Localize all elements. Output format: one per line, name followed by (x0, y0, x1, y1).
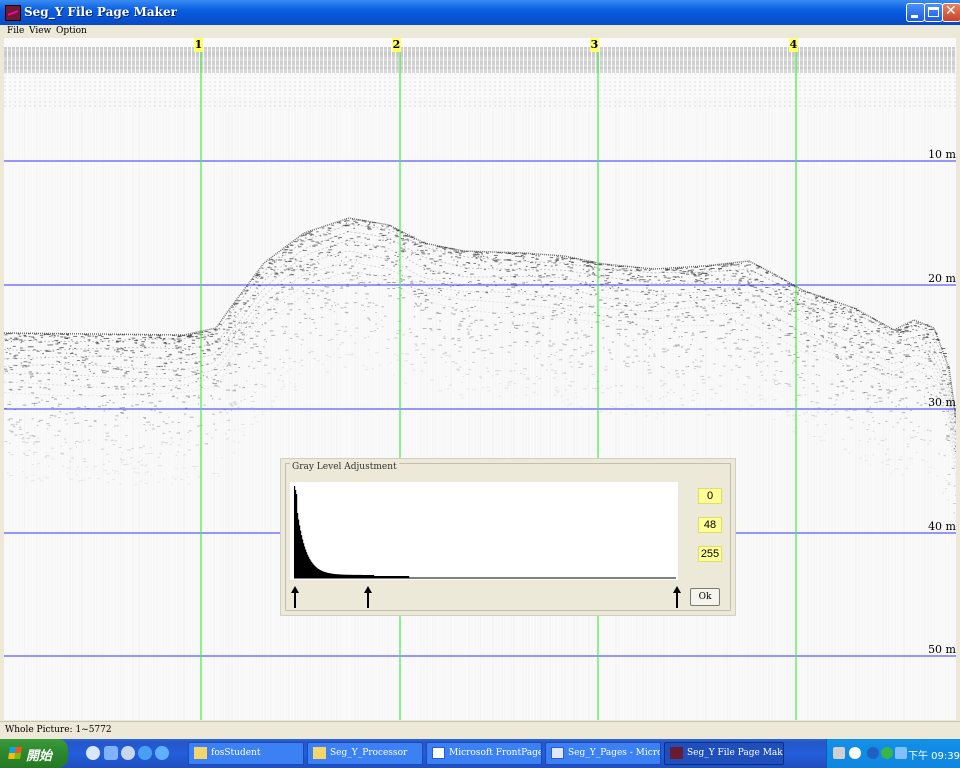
seismic-profile-canvas[interactable]: 1 2 3 4 10 m 20 m 30 m 40 m 50 m (4, 38, 956, 720)
depth-label-40m: 40 m (928, 520, 956, 533)
internet-explorer-icon[interactable] (138, 746, 152, 760)
close-button[interactable]: ✕ (942, 3, 960, 22)
task-fosstudent[interactable]: fosStudent (188, 742, 304, 765)
windows-logo-icon (8, 747, 22, 759)
minimize-button[interactable] (906, 3, 925, 22)
trace-marker-3: 3 (590, 38, 599, 52)
dialog-title: Gray Level Adjustment (290, 462, 399, 472)
maximize-icon (928, 7, 939, 17)
window-title: Seg_Y File Page Maker (24, 5, 177, 19)
seismic-profile-image (4, 38, 956, 720)
close-icon: ✕ (945, 3, 957, 19)
trace-marker-2: 2 (392, 38, 401, 52)
menu-view[interactable]: View (29, 25, 51, 37)
depth-label-20m: 20 m (928, 272, 956, 285)
security-shield-icon[interactable] (881, 747, 893, 759)
ok-button[interactable]: Ok (690, 588, 720, 606)
trace-marker-4: 4 (789, 38, 798, 52)
min-slider-arrow-icon[interactable] (291, 586, 299, 608)
folder-icon (313, 747, 326, 759)
outlook-express-icon[interactable] (155, 746, 169, 760)
messenger-icon[interactable] (86, 746, 100, 760)
task-label: fosStudent (211, 748, 261, 758)
keyboard-icon[interactable] (833, 747, 845, 759)
network-icon[interactable] (895, 747, 907, 759)
task-label: Seg_Y_Processor (330, 748, 408, 758)
mid-slider-arrow-icon[interactable] (364, 586, 372, 608)
title-bar[interactable]: Seg_Y File Page Maker ✕ (0, 0, 960, 25)
task-label: Seg_Y_Pages - Micros... (568, 748, 660, 758)
task-label: Microsoft FrontPage - ... (449, 748, 542, 758)
show-desktop-icon[interactable] (104, 746, 118, 760)
maximize-button[interactable] (924, 3, 943, 22)
depth-label-10m: 10 m (928, 148, 956, 161)
media-player-icon[interactable] (121, 746, 135, 760)
start-button[interactable]: 開始 (0, 739, 68, 768)
status-text: Whole Picture: 1~5772 (5, 725, 112, 735)
gray-mid-value: 48 (698, 517, 722, 533)
app-icon (5, 5, 21, 21)
frontpage-icon (432, 747, 445, 759)
task-seg-y-file-page-maker[interactable]: Seg_Y File Page Maker (664, 742, 784, 765)
start-label: 開始 (26, 749, 53, 764)
task-seg-y-pages[interactable]: Seg_Y_Pages - Micros... (545, 742, 661, 765)
folder-icon (194, 747, 207, 759)
status-bar: Whole Picture: 1~5772 (0, 721, 960, 740)
gray-min-value: 0 (698, 488, 722, 504)
depth-label-30m: 30 m (928, 396, 956, 409)
task-frontpage[interactable]: Microsoft FrontPage - ... (426, 742, 542, 765)
histogram-chart (290, 482, 678, 580)
task-label: Seg_Y File Page Maker (687, 748, 784, 758)
menu-file[interactable]: File (7, 25, 24, 37)
task-seg-y-processor[interactable]: Seg_Y_Processor (307, 742, 423, 765)
app-icon (670, 747, 683, 759)
taskbar: 開始 fosStudent Seg_Y_Processor Microsoft … (0, 739, 960, 768)
max-slider-arrow-icon[interactable] (673, 586, 681, 608)
frontpage-icon (551, 747, 564, 759)
depth-label-50m: 50 m (928, 643, 956, 656)
clock: 下午 09:39 (908, 751, 960, 762)
menu-option[interactable]: Option (56, 25, 87, 37)
help-icon[interactable] (849, 747, 861, 759)
trace-marker-1: 1 (194, 38, 203, 52)
gray-max-value: 255 (698, 546, 722, 562)
menu-bar: File View Option (0, 25, 960, 37)
volume-icon[interactable] (867, 747, 879, 759)
minimize-icon (911, 15, 918, 18)
